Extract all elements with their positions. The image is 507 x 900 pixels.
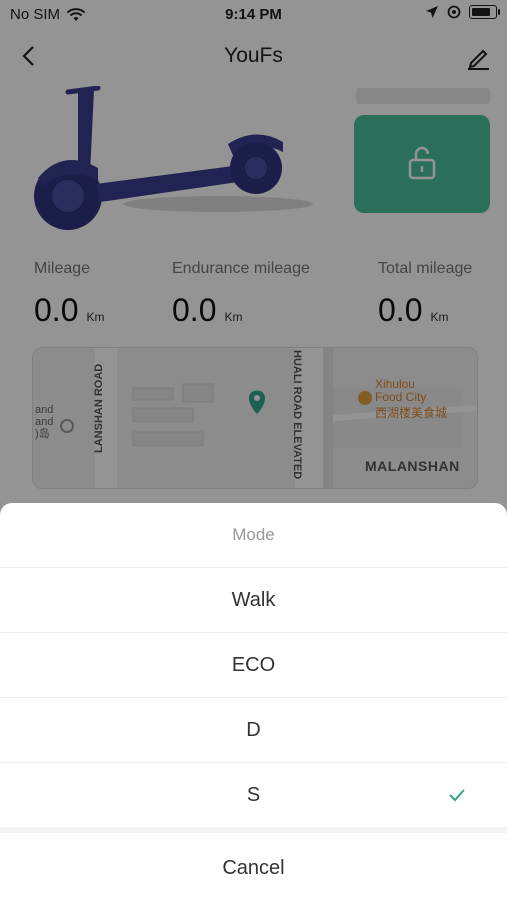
mode-action-sheet: Mode Walk ECO D S Cancel	[0, 503, 507, 900]
mode-option-s[interactable]: S	[0, 762, 507, 827]
cancel-button[interactable]: Cancel	[0, 836, 507, 900]
mode-option-walk[interactable]: Walk	[0, 567, 507, 632]
sheet-divider	[0, 827, 507, 833]
sheet-title: Mode	[232, 525, 275, 544]
mode-option-d[interactable]: D	[0, 697, 507, 762]
mode-option-eco[interactable]: ECO	[0, 632, 507, 697]
checkmark-icon	[449, 789, 465, 802]
mode-option-label: S	[246, 784, 261, 806]
